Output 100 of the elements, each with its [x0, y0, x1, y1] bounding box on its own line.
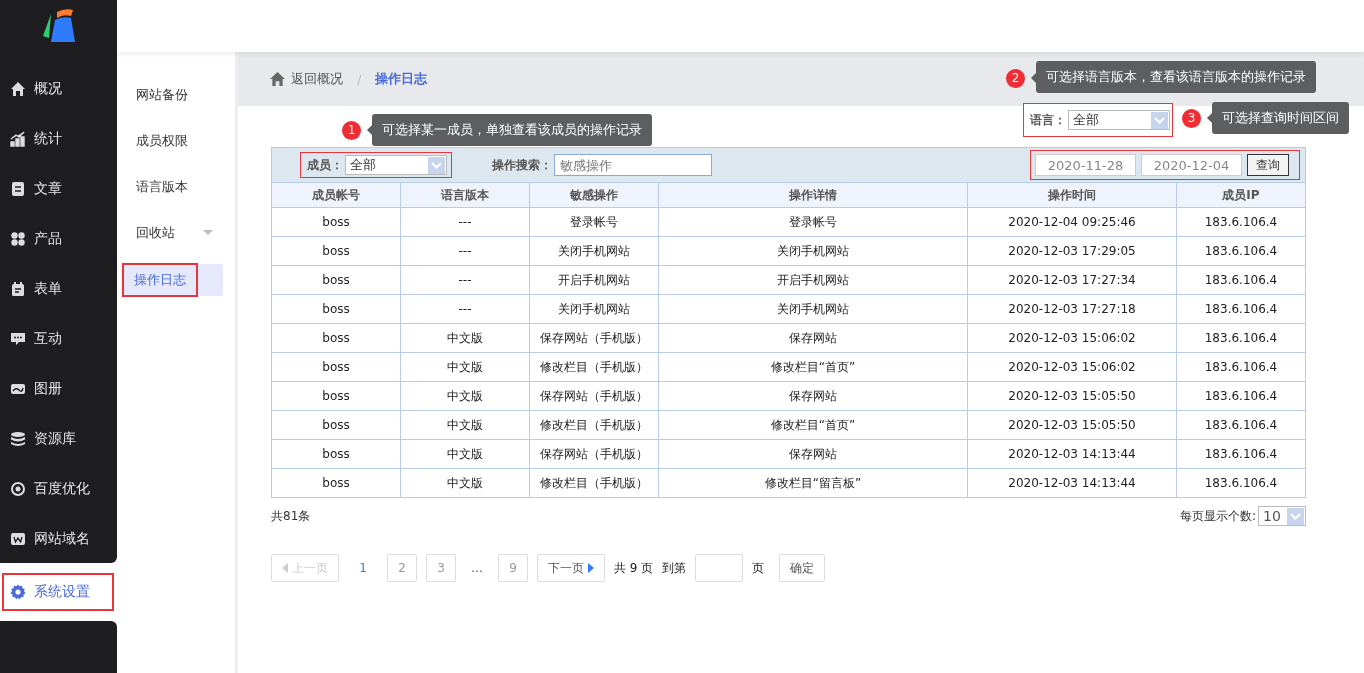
letter-icon: [10, 531, 26, 547]
table-cell: 2020-12-03 17:27:34: [967, 265, 1177, 295]
table-cell: boss: [271, 381, 401, 411]
table-cell: 183.6.106.4: [1176, 207, 1306, 237]
table-cell: 登录帐号: [529, 207, 659, 237]
nav-item[interactable]: 概况: [0, 64, 117, 114]
table-cell: 中文版: [400, 410, 530, 440]
submenu-item[interactable]: 语言版本: [117, 164, 235, 210]
table-cell: 183.6.106.4: [1176, 294, 1306, 324]
column-header: 成员帐号: [271, 182, 401, 208]
nav-item[interactable]: 统计: [0, 114, 117, 164]
table-cell: 关闭手机网站: [658, 294, 968, 324]
nav-item[interactable]: 图册: [0, 364, 117, 414]
table-cell: 保存网站: [658, 439, 968, 469]
next-page-button[interactable]: 下一页: [537, 554, 605, 582]
dropdown-icon: [428, 156, 445, 174]
dropdown-icon: [1287, 507, 1304, 525]
table-cell: 183.6.106.4: [1176, 439, 1306, 469]
table-cell: 修改栏目（手机版）: [529, 410, 659, 440]
submenu-item[interactable]: 成员权限: [117, 118, 235, 164]
page-number-field[interactable]: [695, 554, 744, 582]
document-icon: [10, 181, 26, 197]
table-cell: 183.6.106.4: [1176, 265, 1306, 295]
submenu-item[interactable]: 回收站: [117, 210, 235, 256]
table-cell: 183.6.106.4: [1176, 381, 1306, 411]
dropdown-icon: [1151, 111, 1168, 129]
nav-item[interactable]: 表单: [0, 264, 117, 314]
nav-item[interactable]: 互动: [0, 314, 117, 364]
tooltip-pointer: [367, 125, 372, 135]
target-icon: [10, 481, 26, 497]
search-label: 操作搜索：: [492, 156, 552, 174]
table-cell: 中文版: [400, 439, 530, 469]
table-cell: 183.6.106.4: [1176, 323, 1306, 353]
query-button[interactable]: 查询: [1247, 154, 1289, 176]
table-cell: 2020-12-03 14:13:44: [967, 439, 1177, 469]
breadcrumb-separator: /: [357, 71, 362, 87]
table-cell: 183.6.106.4: [1176, 468, 1306, 498]
table-cell: 保存网站: [658, 381, 968, 411]
table-cell: 保存网站（手机版）: [529, 439, 659, 469]
table-cell: 183.6.106.4: [1176, 236, 1306, 266]
home-icon: [10, 81, 26, 97]
table-cell: boss: [271, 352, 401, 382]
table-cell: 2020-12-03 15:06:02: [967, 323, 1177, 353]
left-caret-icon: [282, 563, 288, 573]
chat-icon: [10, 331, 26, 347]
table-cell: 中文版: [400, 323, 530, 353]
back-link[interactable]: 返回概况: [291, 70, 343, 88]
step-number-badge: 3: [1182, 108, 1201, 128]
total-count: 共81条: [271, 507, 311, 525]
nav-item[interactable]: 文章: [0, 164, 117, 214]
page-size-select[interactable]: 10: [1258, 506, 1306, 526]
column-header: 敏感操作: [529, 182, 659, 208]
step-number-badge: 1: [342, 120, 361, 140]
tooltip: 可选择某一成员，单独查看该成员的操作记录: [372, 114, 652, 146]
calendar-icon: [10, 281, 26, 297]
end-date-field[interactable]: 2020-12-04: [1141, 154, 1242, 176]
table-cell: 2020-12-03 15:06:02: [967, 352, 1177, 382]
table-cell: boss: [271, 265, 401, 295]
start-date-field[interactable]: 2020-11-28: [1035, 154, 1136, 176]
right-caret-icon: [588, 563, 594, 573]
home-icon: [270, 72, 285, 86]
confirm-button[interactable]: 确定: [779, 554, 826, 582]
table-cell: 183.6.106.4: [1176, 352, 1306, 382]
table-cell: 开启手机网站: [658, 265, 968, 295]
table-cell: 保存网站: [658, 323, 968, 353]
language-select[interactable]: 全部: [1068, 110, 1170, 130]
search-field[interactable]: 敏感操作: [554, 154, 712, 176]
breadcrumb-current: 操作日志: [375, 70, 428, 88]
goto-label: 到第: [662, 559, 687, 577]
table-cell: 修改栏目（手机版）: [529, 468, 659, 498]
tooltip-pointer: [1031, 73, 1036, 83]
settings-icon: [10, 584, 26, 600]
table-cell: boss: [271, 294, 401, 324]
tooltip: 可选择查询时间区间: [1212, 102, 1349, 134]
table-cell: 修改栏目“留言板”: [658, 468, 968, 498]
nav-item[interactable]: 网站域名: [0, 514, 117, 564]
table-cell: ---: [400, 265, 530, 295]
nav-item[interactable]: 资源库: [0, 414, 117, 464]
table-cell: 登录帐号: [658, 207, 968, 237]
column-header: 操作详情: [658, 182, 968, 208]
table-cell: 2020-12-03 17:27:18: [967, 294, 1177, 324]
table-cell: 修改栏目“首页”: [658, 352, 968, 382]
submenu-item[interactable]: 网站备份: [117, 72, 235, 118]
member-select[interactable]: 全部: [345, 155, 447, 175]
table-cell: 2020-12-03 15:05:50: [967, 410, 1177, 440]
page-suffix: 页: [752, 559, 765, 577]
page-size-label: 每页显示个数:: [1179, 507, 1256, 525]
nav-item[interactable]: 产品: [0, 214, 117, 264]
table-cell: boss: [271, 468, 401, 498]
table-cell: 保存网站（手机版）: [529, 323, 659, 353]
table-cell: 2020-12-03 15:05:50: [967, 381, 1177, 411]
table-cell: boss: [271, 439, 401, 469]
table-cell: 关闭手机网站: [658, 236, 968, 266]
tooltip: 可选择语言版本，查看该语言版本的操作记录: [1036, 61, 1316, 93]
submenu-item[interactable]: 操作日志: [123, 264, 223, 296]
database-icon: [10, 431, 26, 447]
language-label: 语言：: [1030, 111, 1066, 129]
table-cell: 中文版: [400, 352, 530, 382]
table-cell: 修改栏目“首页”: [658, 410, 968, 440]
nav-item[interactable]: 百度优化: [0, 464, 117, 514]
